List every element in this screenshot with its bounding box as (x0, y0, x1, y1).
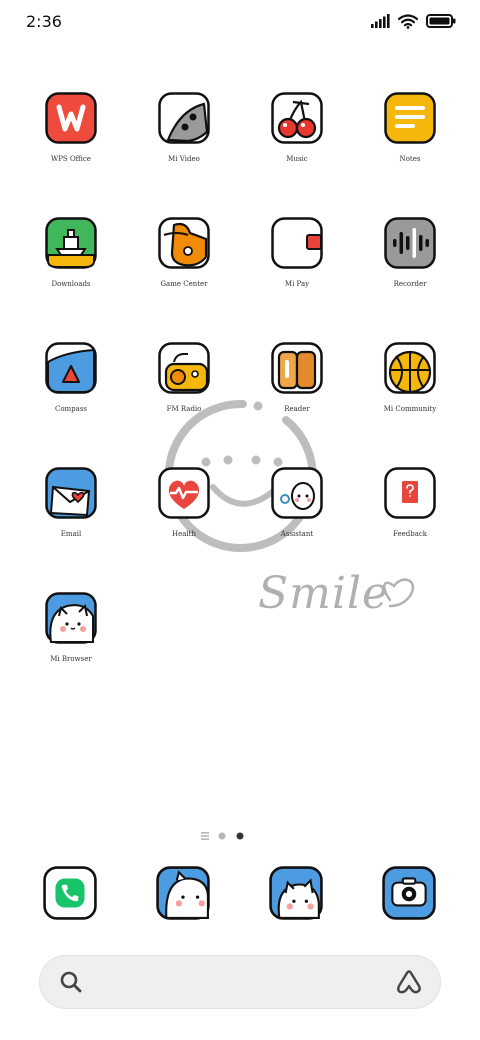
cat-messages-icon (156, 866, 210, 920)
assistant-logo-icon[interactable] (395, 968, 423, 996)
app-reader[interactable]: Reader (241, 342, 353, 413)
camera-icon (382, 866, 436, 920)
heart-pulse-icon (158, 467, 210, 519)
app-fm-radio[interactable]: FM Radio (128, 342, 240, 413)
dock-phone[interactable] (14, 866, 126, 920)
feedback-icon (384, 467, 436, 519)
search-icon (60, 971, 82, 993)
wifi-icon (398, 13, 418, 29)
phone-icon (43, 866, 97, 920)
compass-icon (45, 342, 97, 394)
radio-icon (158, 342, 210, 394)
page-indicator[interactable] (0, 830, 480, 842)
status-bar: 2:36 (0, 0, 480, 42)
app-wps-office[interactable]: WPS Office (15, 92, 127, 163)
app-downloads[interactable]: Downloads (15, 217, 127, 288)
app-label: Health (172, 530, 196, 538)
app-label: Feedback (392, 530, 428, 538)
app-mi-browser[interactable]: Mi Browser (15, 592, 127, 663)
page-dot-active (236, 832, 244, 840)
cat-contacts-icon (269, 866, 323, 920)
mi-video-icon (158, 92, 210, 144)
battery-icon (426, 14, 456, 28)
wps-office-icon (45, 92, 97, 144)
app-health[interactable]: Health (128, 467, 240, 538)
dock-contacts[interactable] (240, 866, 352, 920)
page-dot (218, 832, 226, 840)
app-label: FM Radio (166, 405, 202, 413)
signal-icon (371, 14, 390, 28)
notes-icon (384, 92, 436, 144)
app-label: Game Center (160, 280, 208, 288)
books-icon (271, 342, 323, 394)
status-time: 2:36 (26, 12, 62, 31)
app-label: Music (286, 155, 308, 163)
app-label: Email (60, 530, 82, 538)
app-recorder[interactable]: Recorder (354, 217, 466, 288)
app-label: Downloads (51, 280, 91, 288)
app-mi-video[interactable]: Mi Video (128, 92, 240, 163)
envelope-icon (45, 467, 97, 519)
page-indicator-list-icon (201, 832, 209, 840)
assistant-icon (271, 467, 323, 519)
app-assistant[interactable]: Assistant (241, 467, 353, 538)
basketball-icon (384, 342, 436, 394)
app-feedback[interactable]: Feedback (354, 467, 466, 538)
app-game-center[interactable]: Game Center (128, 217, 240, 288)
app-label: Compass (54, 405, 88, 413)
cherry-icon (271, 92, 323, 144)
app-label: Recorder (393, 280, 427, 288)
app-label: Mi Pay (284, 280, 310, 288)
app-notes[interactable]: Notes (354, 92, 466, 163)
app-email[interactable]: Email (15, 467, 127, 538)
wallpaper-handwriting: Smile (258, 568, 390, 619)
app-music[interactable]: Music (241, 92, 353, 163)
dock-messages[interactable] (127, 866, 239, 920)
app-label: Assistant (280, 530, 314, 538)
status-icons (370, 13, 456, 29)
wallet-icon (271, 217, 323, 269)
app-label: Mi Browser (50, 655, 92, 663)
app-label: Reader (284, 405, 310, 413)
app-mi-pay[interactable]: Mi Pay (241, 217, 353, 288)
waveform-icon (384, 217, 436, 269)
search-bar[interactable] (39, 955, 441, 1009)
app-label: Notes (399, 155, 421, 163)
app-label: Mi Community (383, 405, 437, 413)
cat-browser-icon (45, 592, 97, 644)
app-mi-community[interactable]: Mi Community (354, 342, 466, 413)
game-center-icon (158, 217, 210, 269)
boat-icon (45, 217, 97, 269)
dock-camera[interactable] (353, 866, 465, 920)
app-compass[interactable]: Compass (15, 342, 127, 413)
app-label: Mi Video (168, 155, 200, 163)
app-label: WPS Office (51, 155, 91, 163)
